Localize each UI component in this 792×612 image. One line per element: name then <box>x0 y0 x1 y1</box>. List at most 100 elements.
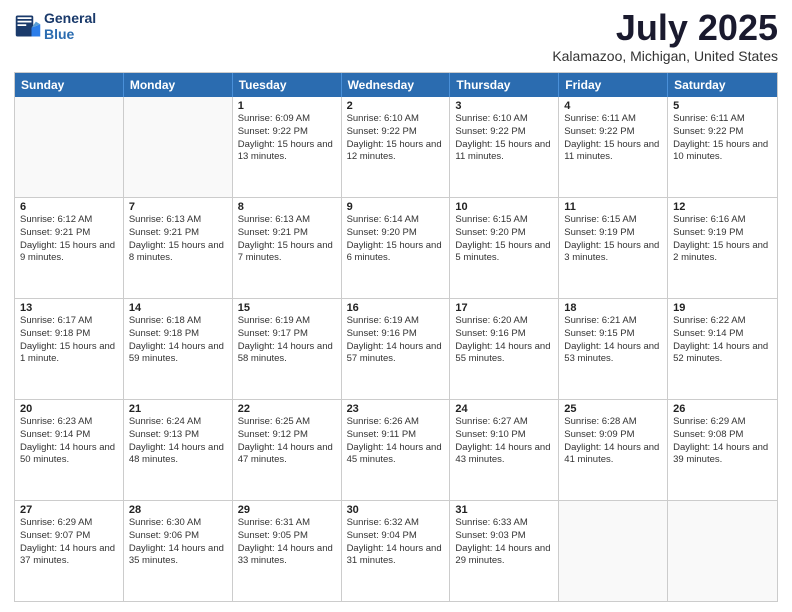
cal-cell <box>559 501 668 601</box>
day-number: 19 <box>673 302 772 314</box>
cell-detail: Sunrise: 6:25 AM Sunset: 9:12 PM Dayligh… <box>238 416 336 467</box>
cal-cell: 7Sunrise: 6:13 AM Sunset: 9:21 PM Daylig… <box>124 198 233 298</box>
cell-detail: Sunrise: 6:10 AM Sunset: 9:22 PM Dayligh… <box>455 113 553 164</box>
cal-cell <box>668 501 777 601</box>
cell-detail: Sunrise: 6:18 AM Sunset: 9:18 PM Dayligh… <box>129 315 227 366</box>
day-number: 21 <box>129 403 227 415</box>
day-header-monday: Monday <box>124 73 233 97</box>
cal-cell: 18Sunrise: 6:21 AM Sunset: 9:15 PM Dayli… <box>559 299 668 399</box>
day-number: 10 <box>455 201 553 213</box>
week-row-5: 27Sunrise: 6:29 AM Sunset: 9:07 PM Dayli… <box>15 500 777 601</box>
cal-cell: 26Sunrise: 6:29 AM Sunset: 9:08 PM Dayli… <box>668 400 777 500</box>
cell-detail: Sunrise: 6:16 AM Sunset: 9:19 PM Dayligh… <box>673 214 772 265</box>
cell-detail: Sunrise: 6:22 AM Sunset: 9:14 PM Dayligh… <box>673 315 772 366</box>
logo-line1: General <box>44 10 96 26</box>
day-number: 6 <box>20 201 118 213</box>
day-number: 4 <box>564 100 662 112</box>
week-row-1: 1Sunrise: 6:09 AM Sunset: 9:22 PM Daylig… <box>15 97 777 197</box>
day-number: 18 <box>564 302 662 314</box>
day-header-thursday: Thursday <box>450 73 559 97</box>
day-header-tuesday: Tuesday <box>233 73 342 97</box>
cal-cell: 16Sunrise: 6:19 AM Sunset: 9:16 PM Dayli… <box>342 299 451 399</box>
logo-text: General Blue <box>44 10 96 42</box>
day-number: 26 <box>673 403 772 415</box>
day-number: 29 <box>238 504 336 516</box>
cell-detail: Sunrise: 6:17 AM Sunset: 9:18 PM Dayligh… <box>20 315 118 366</box>
cal-cell: 20Sunrise: 6:23 AM Sunset: 9:14 PM Dayli… <box>15 400 124 500</box>
cal-cell <box>124 97 233 197</box>
day-number: 11 <box>564 201 662 213</box>
cal-cell: 30Sunrise: 6:32 AM Sunset: 9:04 PM Dayli… <box>342 501 451 601</box>
cal-cell: 15Sunrise: 6:19 AM Sunset: 9:17 PM Dayli… <box>233 299 342 399</box>
cell-detail: Sunrise: 6:12 AM Sunset: 9:21 PM Dayligh… <box>20 214 118 265</box>
cell-detail: Sunrise: 6:15 AM Sunset: 9:19 PM Dayligh… <box>564 214 662 265</box>
cell-detail: Sunrise: 6:10 AM Sunset: 9:22 PM Dayligh… <box>347 113 445 164</box>
cal-cell: 29Sunrise: 6:31 AM Sunset: 9:05 PM Dayli… <box>233 501 342 601</box>
day-number: 25 <box>564 403 662 415</box>
day-number: 24 <box>455 403 553 415</box>
cal-cell: 21Sunrise: 6:24 AM Sunset: 9:13 PM Dayli… <box>124 400 233 500</box>
logo: General Blue <box>14 10 96 42</box>
day-number: 28 <box>129 504 227 516</box>
cell-detail: Sunrise: 6:09 AM Sunset: 9:22 PM Dayligh… <box>238 113 336 164</box>
day-number: 30 <box>347 504 445 516</box>
cal-cell: 4Sunrise: 6:11 AM Sunset: 9:22 PM Daylig… <box>559 97 668 197</box>
cell-detail: Sunrise: 6:11 AM Sunset: 9:22 PM Dayligh… <box>673 113 772 164</box>
cal-cell: 12Sunrise: 6:16 AM Sunset: 9:19 PM Dayli… <box>668 198 777 298</box>
cal-cell: 11Sunrise: 6:15 AM Sunset: 9:19 PM Dayli… <box>559 198 668 298</box>
day-number: 16 <box>347 302 445 314</box>
day-number: 12 <box>673 201 772 213</box>
day-number: 14 <box>129 302 227 314</box>
day-number: 7 <box>129 201 227 213</box>
cal-cell: 1Sunrise: 6:09 AM Sunset: 9:22 PM Daylig… <box>233 97 342 197</box>
cell-detail: Sunrise: 6:24 AM Sunset: 9:13 PM Dayligh… <box>129 416 227 467</box>
week-row-4: 20Sunrise: 6:23 AM Sunset: 9:14 PM Dayli… <box>15 399 777 500</box>
title-block: July 2025 Kalamazoo, Michigan, United St… <box>552 10 778 64</box>
cal-cell: 10Sunrise: 6:15 AM Sunset: 9:20 PM Dayli… <box>450 198 559 298</box>
cell-detail: Sunrise: 6:19 AM Sunset: 9:16 PM Dayligh… <box>347 315 445 366</box>
cal-cell: 19Sunrise: 6:22 AM Sunset: 9:14 PM Dayli… <box>668 299 777 399</box>
logo-line2: Blue <box>44 26 96 42</box>
day-number: 1 <box>238 100 336 112</box>
calendar-body: 1Sunrise: 6:09 AM Sunset: 9:22 PM Daylig… <box>15 97 777 601</box>
cell-detail: Sunrise: 6:13 AM Sunset: 9:21 PM Dayligh… <box>238 214 336 265</box>
cell-detail: Sunrise: 6:11 AM Sunset: 9:22 PM Dayligh… <box>564 113 662 164</box>
day-number: 13 <box>20 302 118 314</box>
week-row-3: 13Sunrise: 6:17 AM Sunset: 9:18 PM Dayli… <box>15 298 777 399</box>
cal-cell: 2Sunrise: 6:10 AM Sunset: 9:22 PM Daylig… <box>342 97 451 197</box>
cell-detail: Sunrise: 6:28 AM Sunset: 9:09 PM Dayligh… <box>564 416 662 467</box>
day-header-wednesday: Wednesday <box>342 73 451 97</box>
cell-detail: Sunrise: 6:33 AM Sunset: 9:03 PM Dayligh… <box>455 517 553 568</box>
cal-cell: 24Sunrise: 6:27 AM Sunset: 9:10 PM Dayli… <box>450 400 559 500</box>
week-row-2: 6Sunrise: 6:12 AM Sunset: 9:21 PM Daylig… <box>15 197 777 298</box>
cal-cell: 27Sunrise: 6:29 AM Sunset: 9:07 PM Dayli… <box>15 501 124 601</box>
day-number: 20 <box>20 403 118 415</box>
logo-icon <box>14 12 42 40</box>
day-number: 5 <box>673 100 772 112</box>
cal-cell: 14Sunrise: 6:18 AM Sunset: 9:18 PM Dayli… <box>124 299 233 399</box>
day-number: 17 <box>455 302 553 314</box>
day-number: 22 <box>238 403 336 415</box>
cal-cell: 6Sunrise: 6:12 AM Sunset: 9:21 PM Daylig… <box>15 198 124 298</box>
cell-detail: Sunrise: 6:21 AM Sunset: 9:15 PM Dayligh… <box>564 315 662 366</box>
cell-detail: Sunrise: 6:31 AM Sunset: 9:05 PM Dayligh… <box>238 517 336 568</box>
day-number: 9 <box>347 201 445 213</box>
cell-detail: Sunrise: 6:27 AM Sunset: 9:10 PM Dayligh… <box>455 416 553 467</box>
day-number: 27 <box>20 504 118 516</box>
cell-detail: Sunrise: 6:26 AM Sunset: 9:11 PM Dayligh… <box>347 416 445 467</box>
header: General Blue July 2025 Kalamazoo, Michig… <box>14 10 778 64</box>
day-header-friday: Friday <box>559 73 668 97</box>
day-number: 23 <box>347 403 445 415</box>
month-title: July 2025 <box>552 10 778 46</box>
cell-detail: Sunrise: 6:23 AM Sunset: 9:14 PM Dayligh… <box>20 416 118 467</box>
day-number: 8 <box>238 201 336 213</box>
cal-cell: 3Sunrise: 6:10 AM Sunset: 9:22 PM Daylig… <box>450 97 559 197</box>
cal-cell: 25Sunrise: 6:28 AM Sunset: 9:09 PM Dayli… <box>559 400 668 500</box>
cell-detail: Sunrise: 6:29 AM Sunset: 9:08 PM Dayligh… <box>673 416 772 467</box>
location-title: Kalamazoo, Michigan, United States <box>552 48 778 64</box>
cell-detail: Sunrise: 6:15 AM Sunset: 9:20 PM Dayligh… <box>455 214 553 265</box>
cal-cell: 8Sunrise: 6:13 AM Sunset: 9:21 PM Daylig… <box>233 198 342 298</box>
calendar-header: SundayMondayTuesdayWednesdayThursdayFrid… <box>15 73 777 97</box>
cal-cell: 9Sunrise: 6:14 AM Sunset: 9:20 PM Daylig… <box>342 198 451 298</box>
calendar: SundayMondayTuesdayWednesdayThursdayFrid… <box>14 72 778 602</box>
